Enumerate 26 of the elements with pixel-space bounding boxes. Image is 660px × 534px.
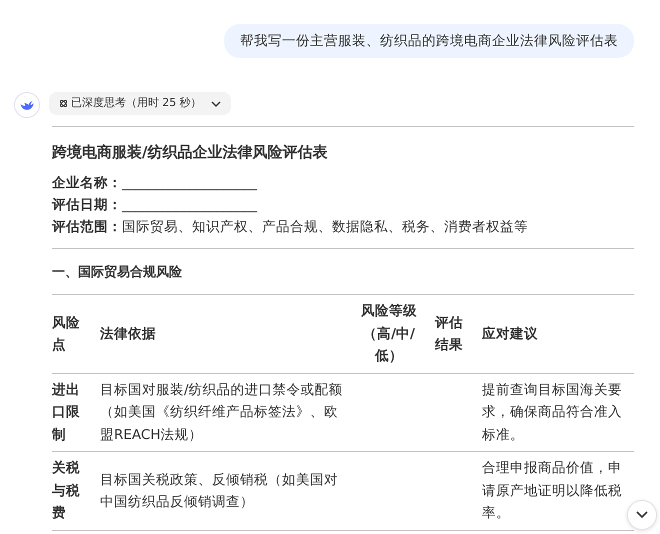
atom-icon — [58, 99, 68, 108]
chevron-down-icon — [636, 511, 648, 519]
table-cell-text: 目标国对服装/纺织品的进口禁令或配额（如美国《纺织纤维产品标签法》、欧盟REACH法规） — [100, 380, 344, 445]
column-header: 应对建议 — [482, 324, 538, 344]
scroll-down-button[interactable] — [627, 500, 657, 530]
caret-icon — [211, 100, 221, 108]
field-label: 评估日期： — [52, 196, 122, 213]
row-header: 关税与税费 — [52, 460, 80, 522]
section-heading: 一、国际贸易合规风险 — [52, 264, 183, 282]
field-label: 评估范围： — [52, 218, 122, 235]
column-header: 评估结果 — [435, 314, 464, 355]
document-title: 跨境电商服装/纺织品企业法律风险评估表 — [52, 142, 328, 164]
column-header: 风险点 — [52, 314, 81, 355]
table-cell: 合理申报商品价值，申请原产地证明以降低税率。 — [482, 460, 622, 522]
deep-thinking-toggle[interactable]: 已深度思考（用时 25 秒） — [48, 92, 231, 115]
field-value: ____________________ — [122, 174, 257, 191]
field-value: ____________________ — [122, 196, 257, 213]
table-cell-text: 目标国关税政策、反倾销税（如美国对中国纺织品反倾销调查） — [100, 470, 339, 512]
column-header: 法律依据 — [100, 324, 156, 344]
column-header: 风险等级（高/中/低） — [360, 302, 418, 366]
table-cell: 提前查询目标国海关要求，确保商品符合准入标准。 — [482, 382, 622, 443]
row-header: 进出口限制 — [52, 382, 80, 443]
user-message: 帮我写一份主营服装、纺织品的跨境电商企业法律风险评估表 — [224, 24, 634, 58]
whale-logo-icon — [14, 92, 40, 118]
field-label: 企业名称： — [52, 174, 122, 191]
field-value: 国际贸易、知识产权、产品合规、数据隐私、税务、消费者权益等 — [122, 218, 528, 235]
